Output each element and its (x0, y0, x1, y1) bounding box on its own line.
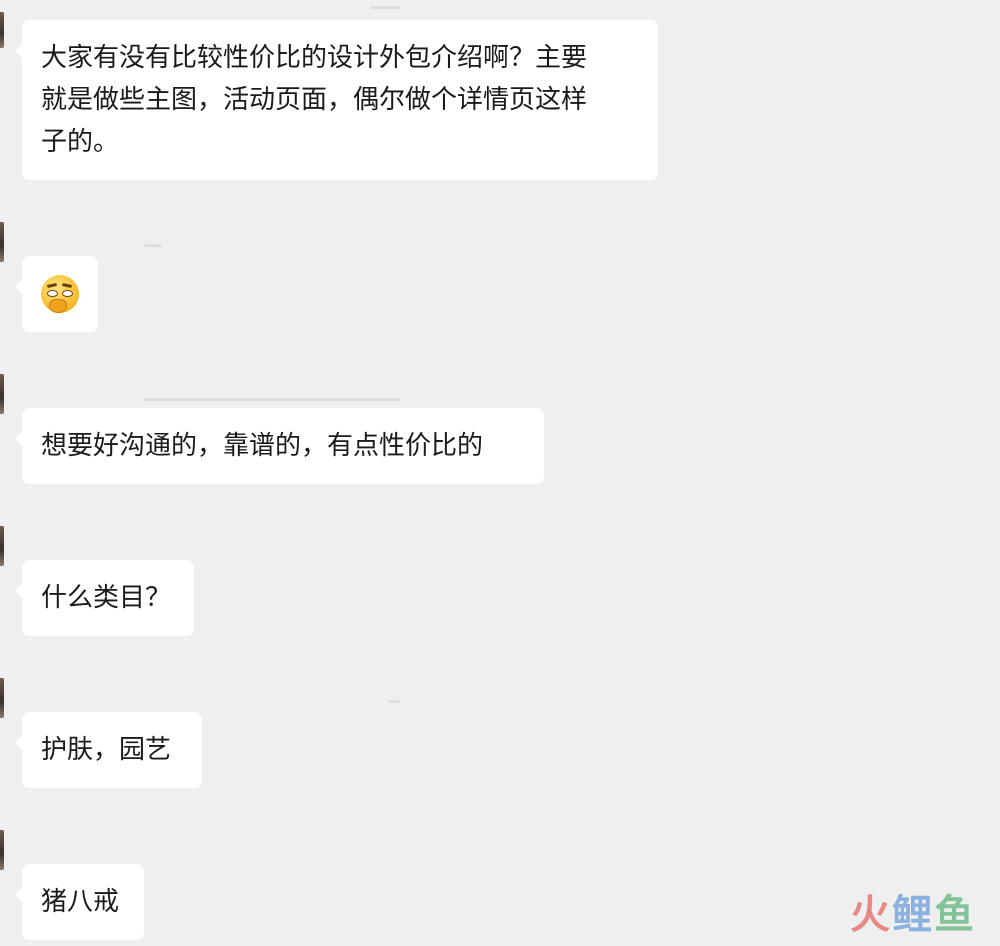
message-bubble[interactable]: 猪八戒 (15, 864, 144, 940)
watermark-char: 鱼 (934, 892, 976, 938)
message-text: 什么类目？ (41, 583, 172, 613)
message-text: 大家有没有比较性价比的设计外包介绍啊？主要 就是做些主图，活动页面，偶尔做个详情… (41, 43, 588, 157)
avatar[interactable] (0, 374, 4, 414)
redacted-name (144, 398, 400, 401)
message-bubble[interactable]: 大家有没有比较性价比的设计外包介绍啊？主要 就是做些主图，活动页面，偶尔做个详情… (15, 20, 658, 180)
watermark-char: 鲤 (892, 892, 934, 938)
message-text: 想要好沟通的，靠谱的，有点性价比的 (41, 431, 484, 461)
avatar[interactable] (0, 678, 4, 718)
message-bubble[interactable]: 护肤，园艺 (15, 712, 202, 788)
avatar[interactable] (0, 12, 4, 48)
redacted-name (144, 244, 162, 247)
avatar[interactable] (0, 830, 4, 870)
watermark-logo: 火鲤鱼 (850, 882, 976, 940)
watermark-char: 火 (850, 892, 892, 938)
chat-window: 大家有没有比较性价比的设计外包介绍啊？主要 就是做些主图，活动页面，偶尔做个详情… (0, 0, 1000, 946)
message-bubble[interactable]: 什么类目？ (15, 560, 194, 636)
redacted-name (388, 700, 400, 703)
message-bubble[interactable] (15, 256, 98, 332)
redacted-name (370, 6, 400, 9)
message-bubble[interactable]: 想要好沟通的，靠谱的，有点性价比的 (15, 408, 544, 484)
message-text: 猪八戒 (41, 887, 120, 917)
thinking-face-icon (41, 275, 79, 313)
avatar[interactable] (0, 222, 4, 262)
avatar[interactable] (0, 526, 4, 566)
message-text: 护肤，园艺 (41, 735, 172, 765)
